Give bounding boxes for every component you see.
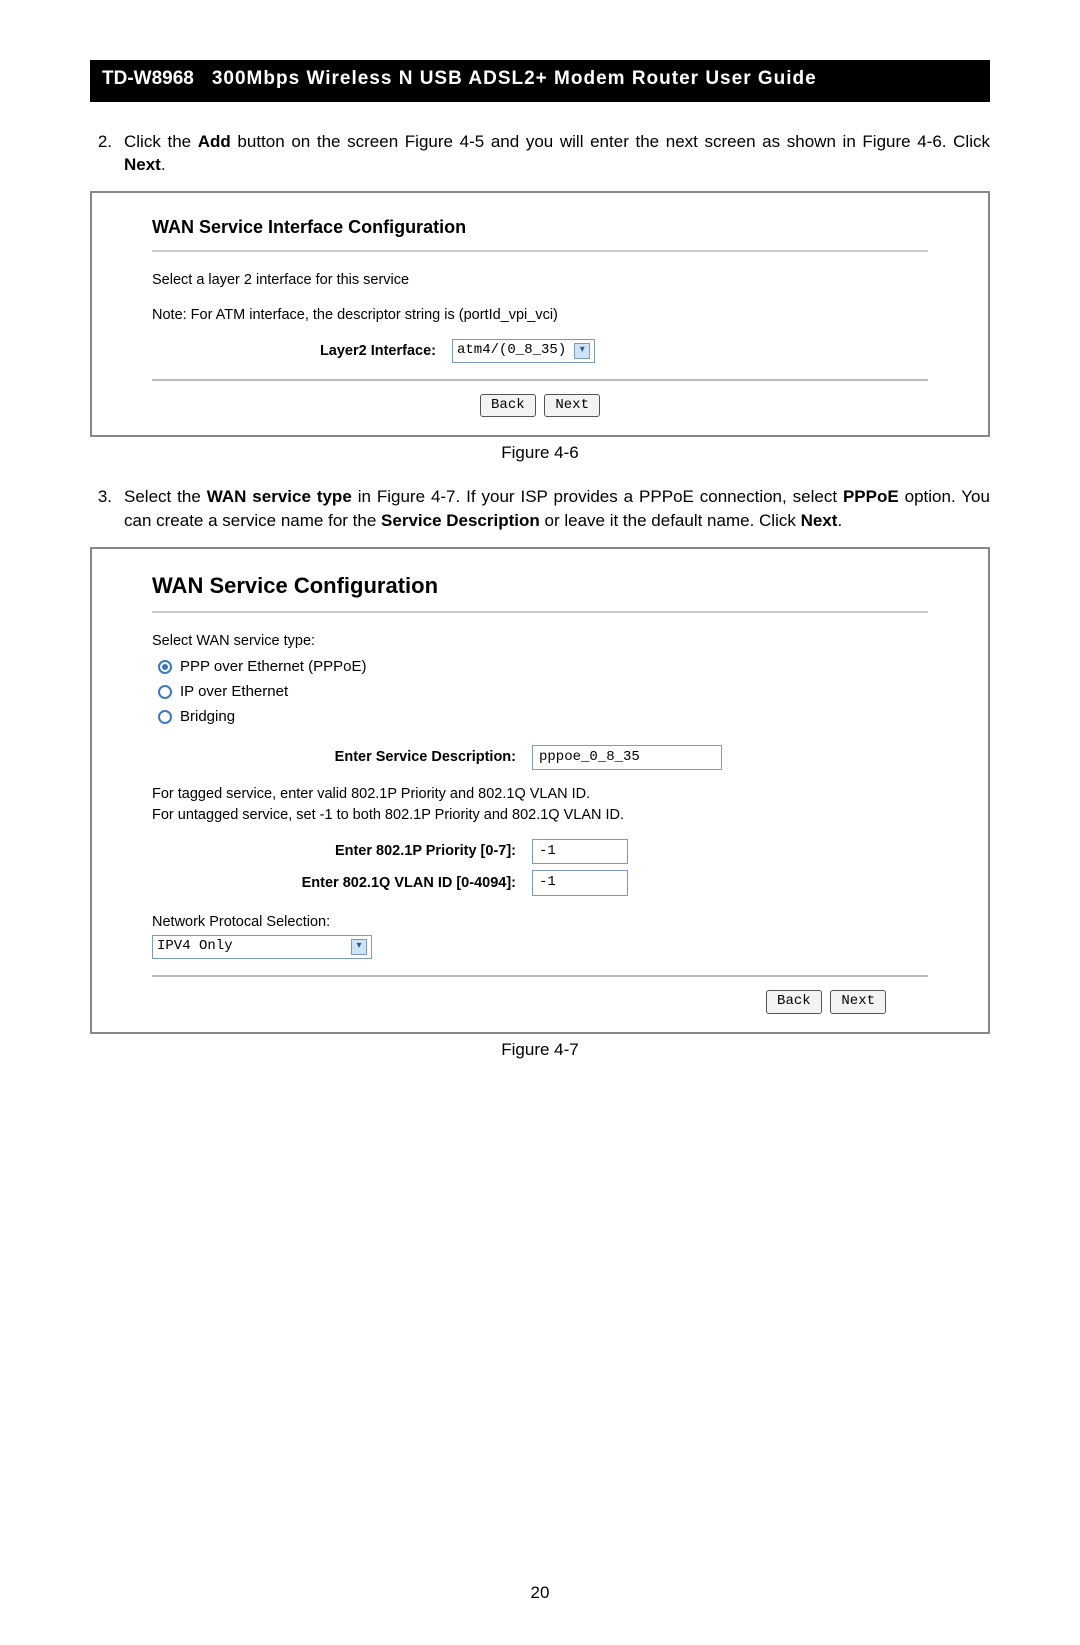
radio-ipoe-label: IP over Ethernet (180, 683, 288, 700)
radio-pppoe[interactable] (158, 660, 172, 674)
fig47-caption: Figure 4-7 (90, 1038, 990, 1062)
doc-header: TD-W8968 300Mbps Wireless N USB ADSL2+ M… (90, 60, 990, 102)
layer2-value: atm4/(0_8_35) (457, 341, 566, 361)
radio-ipoe-row[interactable]: IP over Ethernet (158, 681, 928, 702)
t: Select the (124, 487, 207, 506)
b: Service Description (381, 511, 540, 530)
panel1-button-row: Back Next (152, 391, 928, 418)
ref-fig46: Figure 4-6 (862, 132, 941, 151)
step-2-number: 2. (90, 130, 124, 178)
prio-input[interactable]: -1 (532, 839, 628, 865)
model-badge: TD-W8968 (90, 60, 206, 99)
tag-line1: For tagged service, enter valid 802.1P P… (152, 784, 928, 804)
select-wan-label: Select WAN service type: (152, 631, 928, 651)
radio-pppoe-row[interactable]: PPP over Ethernet (PPPoE) (158, 656, 928, 677)
radio-pppoe-label: PPP over Ethernet (PPPoE) (180, 658, 366, 675)
panel-wan-service: WAN Service Configuration Select WAN ser… (90, 547, 990, 1034)
t: . Click (942, 132, 990, 151)
b: WAN service type (207, 487, 352, 506)
svc-desc-label: Enter Service Description: (152, 747, 532, 767)
fig46-caption: Figure 4-6 (90, 441, 990, 465)
t: . (161, 155, 166, 174)
step-3: 3. Select the WAN service type in Figure… (90, 485, 990, 533)
t: . If your ISP provides a PPPoE connectio… (456, 487, 843, 506)
back-button[interactable]: Back (766, 990, 822, 1014)
proto-select[interactable]: IPV4 Only ▾ (152, 935, 372, 959)
radio-ipoe[interactable] (158, 685, 172, 699)
panel1-line2: Note: For ATM interface, the descriptor … (152, 305, 928, 325)
chevron-down-icon: ▾ (574, 343, 590, 359)
panel2-button-row: Back Next (152, 987, 928, 1014)
radio-bridging-row[interactable]: Bridging (158, 706, 928, 727)
t: button on the screen (231, 132, 405, 151)
bold-next: Next (124, 155, 161, 174)
radio-bridging[interactable] (158, 710, 172, 724)
panel1-heading: WAN Service Interface Configuration (152, 215, 928, 240)
ref-fig45: Figure 4-5 (405, 132, 484, 151)
panel2-heading: WAN Service Configuration (152, 571, 928, 602)
radio-bridging-label: Bridging (180, 708, 235, 725)
t: or leave it the default name. Click (540, 511, 801, 530)
page-number: 20 (90, 1581, 990, 1605)
doc-title: 300Mbps Wireless N USB ADSL2+ Modem Rout… (206, 60, 990, 99)
ref-fig47: Figure 4-7 (377, 487, 456, 506)
next-button[interactable]: Next (830, 990, 886, 1014)
proto-value: IPV4 Only (157, 937, 233, 957)
vlan-input[interactable]: -1 (532, 870, 628, 896)
t: Click the (124, 132, 198, 151)
layer2-label: Layer2 Interface: (152, 341, 452, 361)
tag-line2: For untagged service, set -1 to both 802… (152, 805, 928, 825)
t: . (837, 511, 842, 530)
proto-label: Network Protocal Selection: (152, 912, 928, 932)
next-button[interactable]: Next (544, 394, 600, 418)
b: Next (801, 511, 838, 530)
t: in (352, 487, 377, 506)
prio-label: Enter 802.1P Priority [0-7]: (152, 841, 532, 861)
bold-add: Add (198, 132, 231, 151)
panel1-line1: Select a layer 2 interface for this serv… (152, 270, 928, 290)
step-2: 2. Click the Add button on the screen Fi… (90, 130, 990, 178)
back-button[interactable]: Back (480, 394, 536, 418)
t: and you will enter the next screen as sh… (484, 132, 862, 151)
panel-wan-interface: WAN Service Interface Configuration Sele… (90, 191, 990, 437)
layer2-select[interactable]: atm4/(0_8_35) ▾ (452, 339, 595, 363)
b: PPPoE (843, 487, 899, 506)
step-3-number: 3. (90, 485, 124, 533)
step-3-text: Select the WAN service type in Figure 4-… (124, 485, 990, 533)
chevron-down-icon: ▾ (351, 939, 367, 955)
vlan-label: Enter 802.1Q VLAN ID [0-4094]: (152, 873, 532, 893)
step-2-text: Click the Add button on the screen Figur… (124, 130, 990, 178)
svc-desc-input[interactable]: pppoe_0_8_35 (532, 745, 722, 771)
